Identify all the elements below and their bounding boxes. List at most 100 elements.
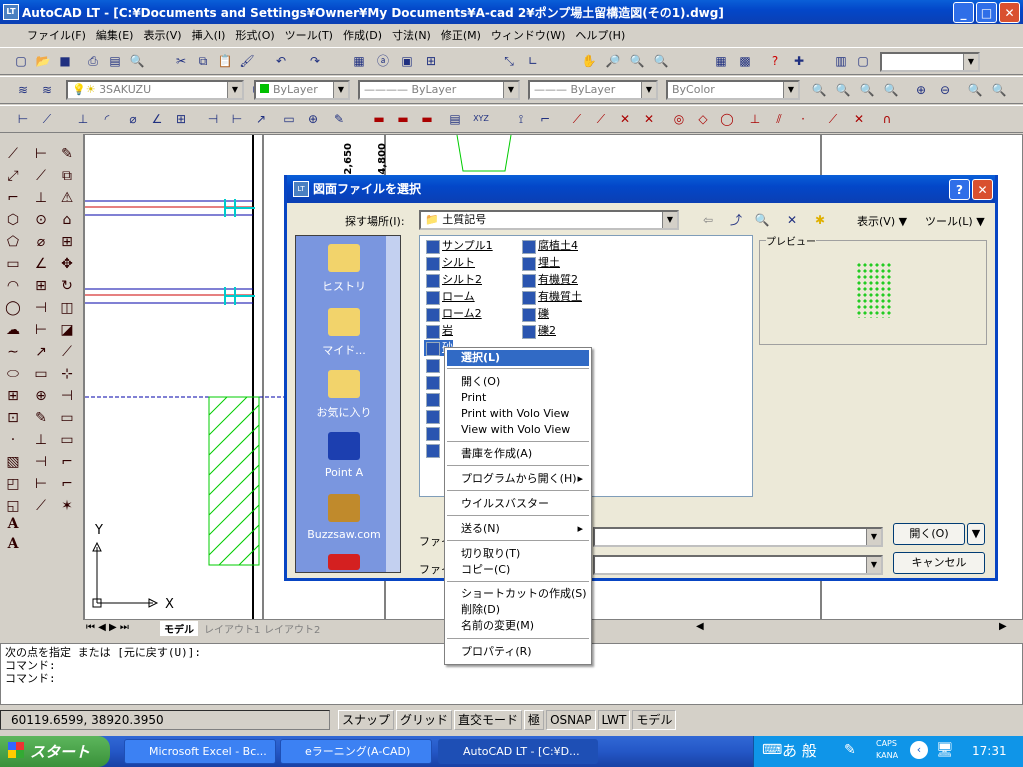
ctx-copy[interactable]: コピー(C) xyxy=(447,562,589,578)
menu-window[interactable]: ウィンドウ(W) xyxy=(486,27,570,43)
show-hidden-icons-icon[interactable]: ‹ xyxy=(910,741,928,759)
dim-baseline-v-icon[interactable]: ⊣ xyxy=(30,298,52,318)
ctx-create-shortcut[interactable]: ショートカットの作成(S) xyxy=(447,586,589,602)
network-icon[interactable]: 🖥 xyxy=(936,742,954,758)
calculator-icon[interactable]: ▦ xyxy=(712,52,730,70)
ctx-rename[interactable]: 名前の変更(M) xyxy=(447,618,589,634)
taskbar-item-autocad[interactable]: AutoCAD LT - [C:¥D... xyxy=(438,739,598,764)
style-combo[interactable]: ▼ xyxy=(880,52,980,72)
snap-intersection-icon[interactable]: ✕ xyxy=(616,110,634,128)
dim-angular-icon[interactable]: ∠ xyxy=(148,110,166,128)
rotate-icon[interactable]: ↻ xyxy=(56,276,78,296)
zoom-extents-icon[interactable]: 🔍 xyxy=(990,81,1008,99)
file-item[interactable] xyxy=(424,442,442,458)
copy-icon[interactable]: ⧉ xyxy=(194,52,212,70)
dim-linear-v-icon[interactable]: ⊢ xyxy=(30,144,52,164)
layer-iso-icon[interactable]: ▬ xyxy=(394,110,412,128)
menu-edit[interactable]: 編集(E) xyxy=(91,27,139,43)
arc-icon[interactable]: ◠ xyxy=(2,276,24,296)
dim-radius-icon[interactable]: ◜ xyxy=(98,110,116,128)
distance-icon[interactable]: ⤡ xyxy=(500,52,518,70)
zoom-center-icon[interactable]: 🔍 xyxy=(882,81,900,99)
break-icon[interactable]: ▭ xyxy=(56,408,78,428)
zoom-all-icon[interactable]: 🔍 xyxy=(966,81,984,99)
file-item[interactable]: シルト2 xyxy=(424,272,482,288)
snap-endpoint-icon[interactable]: ⟋ xyxy=(568,110,586,128)
file-item[interactable]: 礫2 xyxy=(520,323,556,339)
make-block-icon[interactable]: ⊡ xyxy=(2,408,24,428)
express-icon[interactable]: ✚ xyxy=(790,52,808,70)
dim-continue-icon[interactable]: ⊢ xyxy=(228,110,246,128)
scale-icon[interactable]: ◫ xyxy=(56,298,78,318)
tools-tray-icon[interactable]: ✎ xyxy=(844,742,856,758)
dim-style-v-icon[interactable]: ⊢ xyxy=(30,474,52,494)
snap-from-icon[interactable]: ⌐ xyxy=(536,110,554,128)
place-buzzsaw[interactable]: Buzzsaw.com xyxy=(296,494,392,541)
linetype-combo[interactable]: ———— ByLayer ▼ xyxy=(358,80,520,100)
places-scrollbar[interactable] xyxy=(386,236,400,572)
hscroll-left-icon[interactable]: ◀ xyxy=(696,621,704,632)
construction-line-icon[interactable]: ⤢ xyxy=(2,166,24,186)
polygon-icon[interactable]: ⬡ xyxy=(2,210,24,230)
zoom-out-icon[interactable]: ⊖ xyxy=(936,81,954,99)
menu-draw[interactable]: 作成(D) xyxy=(338,27,387,43)
print-icon[interactable]: ⎙ xyxy=(84,52,102,70)
menu-format[interactable]: 形式(O) xyxy=(230,27,279,43)
dialog-close-button[interactable]: ✕ xyxy=(972,179,993,200)
ctx-print-volo[interactable]: Print with Volo View xyxy=(447,406,589,422)
dim-tedit-v-icon[interactable]: ⊥ xyxy=(30,430,52,450)
menu-tools[interactable]: ツール(T) xyxy=(280,27,338,43)
extend-icon[interactable]: ⊣ xyxy=(56,386,78,406)
paste-icon[interactable]: 📋 xyxy=(216,52,234,70)
offset-icon[interactable]: ⌂ xyxy=(56,210,78,230)
tolerance-icon[interactable]: ▭ xyxy=(280,110,298,128)
help-icon[interactable]: ? xyxy=(766,52,784,70)
place-my-documents[interactable]: マイド... xyxy=(296,308,392,358)
color-combo[interactable]: ByLayer ▼ xyxy=(254,80,350,100)
menu-dimension[interactable]: 寸法(N) xyxy=(387,27,436,43)
file-item[interactable]: ローム xyxy=(424,289,475,305)
dim-leader-icon[interactable]: ↗ xyxy=(252,110,270,128)
file-item[interactable] xyxy=(424,357,442,373)
line-icon[interactable]: ⟋ xyxy=(2,144,24,164)
layout-icon[interactable]: ▥ xyxy=(832,52,850,70)
file-item[interactable]: 有機質土 xyxy=(520,289,582,305)
snap-tangent-icon[interactable]: ◯ xyxy=(718,110,736,128)
layer-prev-icon[interactable]: ▬ xyxy=(370,110,388,128)
leader-v-icon[interactable]: ↗ xyxy=(30,342,52,362)
ctx-virusbuster[interactable]: ウイルスバスター xyxy=(447,496,589,512)
snap-midpoint-icon[interactable]: ⟋ xyxy=(592,110,610,128)
menu-help[interactable]: ヘルプ(H) xyxy=(570,27,630,43)
dim-diameter-v-icon[interactable]: ⌀ xyxy=(30,232,52,252)
tolerance-v-icon[interactable]: ▭ xyxy=(30,364,52,384)
design-center-icon[interactable]: ▦ xyxy=(350,52,368,70)
zoom-window-icon[interactable]: 🔍 xyxy=(810,81,828,99)
dim-continue-v-icon[interactable]: ⊢ xyxy=(30,320,52,340)
layer-state-icon[interactable]: ≋ xyxy=(38,81,56,99)
angle-icon[interactable]: ∟ xyxy=(524,52,542,70)
cancel-button[interactable]: キャンセル xyxy=(893,552,985,574)
osnap-toggle[interactable]: OSNAP xyxy=(546,710,596,730)
menu-modify[interactable]: 修正(M) xyxy=(436,27,486,43)
snap-quadrant-icon[interactable]: ◇ xyxy=(694,110,712,128)
tool-palette-icon[interactable]: ⊞ xyxy=(422,52,440,70)
revcloud-icon[interactable]: ☁ xyxy=(2,320,24,340)
file-item[interactable] xyxy=(424,391,442,407)
chamfer-icon[interactable]: ⌐ xyxy=(56,452,78,472)
polar-toggle[interactable]: 極 xyxy=(524,710,545,730)
undo-icon[interactable]: ↶ xyxy=(272,52,290,70)
region-icon[interactable]: ◰ xyxy=(2,474,24,494)
close-button[interactable]: ✕ xyxy=(999,2,1020,23)
ime-indicator[interactable]: あ 般 xyxy=(782,740,817,761)
zoom-previous-icon[interactable]: 🔍 xyxy=(652,52,670,70)
coordinates-display[interactable]: 60119.6599, 38920.3950 xyxy=(0,710,330,730)
menu-view[interactable]: 表示(V) xyxy=(138,27,186,43)
file-item[interactable]: 礫 xyxy=(520,306,549,322)
save-icon[interactable]: ■ xyxy=(56,52,74,70)
grid-toggle[interactable]: グリッド xyxy=(396,710,453,730)
app-icon[interactable]: LT xyxy=(3,4,19,20)
polyline-icon[interactable]: ⌐ xyxy=(2,188,24,208)
lineweight-combo[interactable]: ——— ByLayer ▼ xyxy=(528,80,658,100)
boundary-icon[interactable]: ◱ xyxy=(2,496,24,516)
dim-override-v-icon[interactable]: ⟋ xyxy=(30,496,52,516)
